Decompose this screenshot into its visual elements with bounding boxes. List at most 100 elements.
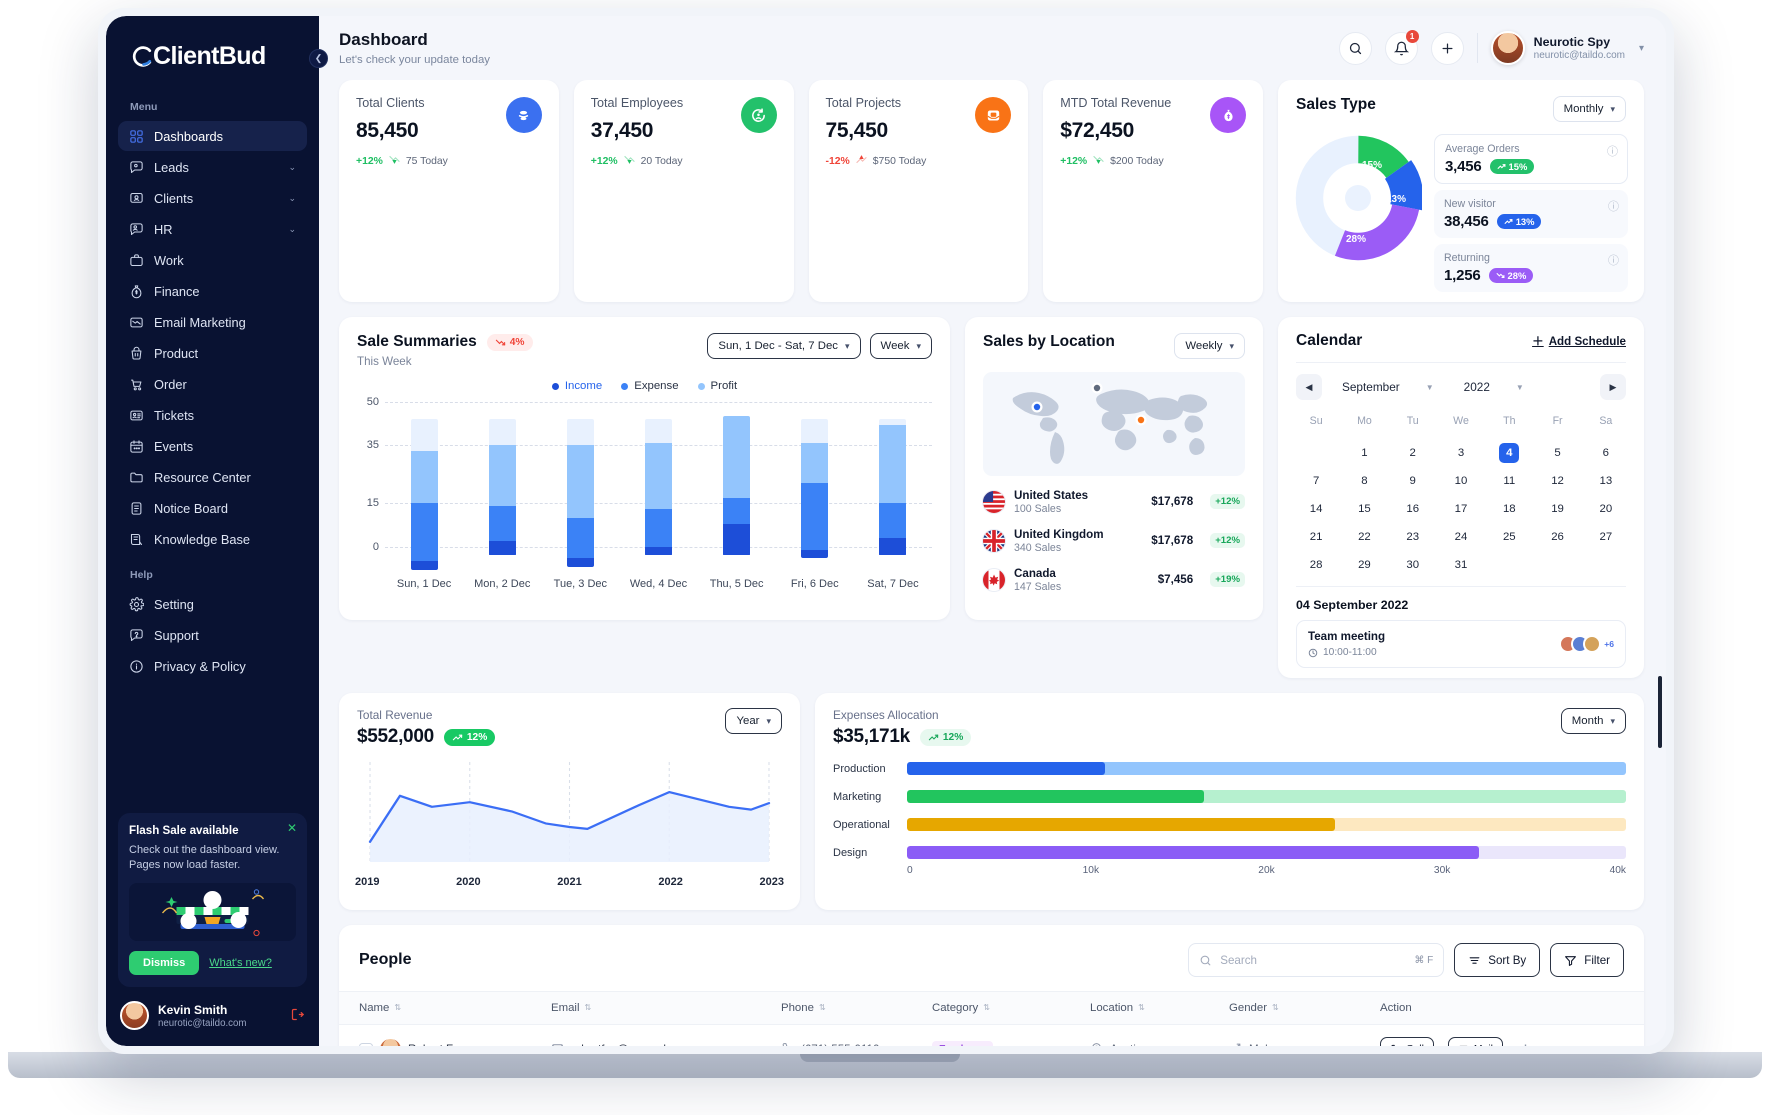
bar-column[interactable] bbox=[619, 402, 697, 570]
calendar-day[interactable]: 19 bbox=[1533, 493, 1581, 521]
sort-icon[interactable]: ⇅ bbox=[1138, 1004, 1145, 1012]
sidebar-item-product[interactable]: Product bbox=[118, 338, 307, 368]
calendar-day[interactable]: 20 bbox=[1582, 493, 1630, 521]
legend-item[interactable]: Expense bbox=[621, 380, 679, 392]
call-button[interactable]: Call bbox=[1380, 1037, 1434, 1046]
calendar-day[interactable]: 28 bbox=[1292, 549, 1340, 577]
date-range-select[interactable]: Sun, 1 Dec - Sat, 7 Dec ▾ bbox=[707, 333, 861, 359]
sidebar-item-support[interactable]: Support bbox=[118, 620, 307, 650]
chevron-down-icon[interactable]: ⌄ bbox=[288, 193, 296, 204]
person-email[interactable]: robertfox@example.com bbox=[571, 1043, 697, 1046]
calendar-day[interactable]: 2 bbox=[1389, 437, 1437, 465]
sidebar-item-email-marketing[interactable]: Email Marketing bbox=[118, 307, 307, 337]
sidebar-item-work[interactable]: Work bbox=[118, 245, 307, 275]
calendar-day[interactable]: 1 bbox=[1340, 437, 1388, 465]
column-header-email[interactable]: Email ⇅ bbox=[551, 1002, 781, 1014]
period-select[interactable]: Week ▾ bbox=[869, 333, 932, 359]
sort-by-button[interactable]: Sort By bbox=[1454, 943, 1541, 977]
column-header-location[interactable]: Location ⇅ bbox=[1090, 1002, 1229, 1014]
user-menu[interactable]: Neurotic Spy neurotic@taildo.com ▾ bbox=[1490, 31, 1644, 65]
mail-button[interactable]: Mail bbox=[1447, 1037, 1503, 1046]
calendar-day[interactable]: 23 bbox=[1389, 521, 1437, 549]
calendar-day[interactable]: 16 bbox=[1389, 493, 1437, 521]
calendar-day[interactable]: 12 bbox=[1533, 465, 1581, 493]
row-checkbox[interactable] bbox=[359, 1042, 373, 1046]
column-header-phone[interactable]: Phone ⇅ bbox=[781, 1002, 932, 1014]
info-icon[interactable]: ⓘ bbox=[1608, 252, 1619, 268]
sort-icon[interactable]: ⇅ bbox=[584, 1004, 591, 1012]
calendar-day[interactable]: 5 bbox=[1533, 437, 1581, 465]
search-box[interactable]: ⌘ F bbox=[1188, 943, 1445, 977]
calendar-prev-button[interactable]: ◀ bbox=[1296, 374, 1322, 400]
location-row[interactable]: United Kingdom 340 Sales $17,678 +12% bbox=[965, 521, 1263, 560]
calendar-day[interactable]: 30 bbox=[1389, 549, 1437, 577]
legend-item[interactable]: Profit bbox=[697, 380, 737, 392]
calendar-day[interactable]: 27 bbox=[1582, 521, 1630, 549]
sort-icon[interactable]: ⇅ bbox=[819, 1004, 826, 1012]
calendar-day[interactable]: 7 bbox=[1292, 465, 1340, 493]
sidebar-item-resource-center[interactable]: Resource Center bbox=[118, 462, 307, 492]
stat-card-total-clients[interactable]: Total Clients 85,450 +12% 75 Today bbox=[339, 80, 559, 302]
calendar-day[interactable]: 9 bbox=[1389, 465, 1437, 493]
logout-icon[interactable] bbox=[290, 1007, 305, 1025]
notifications-button[interactable]: 1 bbox=[1384, 29, 1419, 65]
column-header-category[interactable]: Category ⇅ bbox=[932, 1002, 1090, 1014]
calendar-day[interactable]: 26 bbox=[1533, 521, 1581, 549]
row-menu-icon[interactable]: ⋮ bbox=[1519, 1042, 1533, 1047]
calendar-day[interactable]: 10 bbox=[1437, 465, 1485, 493]
location-period-select[interactable]: Weekly ▾ bbox=[1174, 333, 1245, 359]
sidebar-item-leads[interactable]: Leads ⌄ bbox=[118, 152, 307, 182]
calendar-day[interactable]: 25 bbox=[1485, 521, 1533, 549]
bar-column[interactable] bbox=[854, 402, 932, 570]
legend-item[interactable]: Income bbox=[551, 380, 602, 392]
sort-icon[interactable]: ⇅ bbox=[1272, 1004, 1279, 1012]
sidebar-item-events[interactable]: Events bbox=[118, 431, 307, 461]
calendar-day[interactable]: 8 bbox=[1340, 465, 1388, 493]
month-select[interactable]: September ▼ bbox=[1342, 380, 1434, 394]
sidebar-item-hr[interactable]: HR ⌄ bbox=[118, 214, 307, 244]
table-row[interactable]: Robert Fox robertfox@example.com (671) 555… bbox=[339, 1025, 1644, 1046]
stat-card-total-employees[interactable]: Total Employees 37,450 +12% 20 Today bbox=[573, 80, 794, 302]
calendar-day[interactable]: 4 bbox=[1485, 437, 1533, 465]
calendar-day[interactable]: 31 bbox=[1437, 549, 1485, 577]
calendar-day[interactable]: 13 bbox=[1582, 465, 1630, 493]
sidebar-item-order[interactable]: Order bbox=[118, 369, 307, 399]
calendar-day[interactable]: 22 bbox=[1340, 521, 1388, 549]
bar-column[interactable] bbox=[698, 402, 776, 570]
add-schedule-button[interactable]: ＋ Add Schedule bbox=[1532, 333, 1626, 349]
stat-card-mtd-total-revenue[interactable]: MTD Total Revenue $72,450 +12% $200 Today bbox=[1043, 80, 1263, 302]
sort-icon[interactable]: ⇅ bbox=[983, 1004, 990, 1012]
calendar-day[interactable]: 14 bbox=[1292, 493, 1340, 521]
calendar-next-button[interactable]: ▶ bbox=[1600, 374, 1626, 400]
revenue-period-select[interactable]: Year ▾ bbox=[725, 708, 782, 734]
year-select[interactable]: 2022 ▼ bbox=[1464, 380, 1524, 394]
sidebar-profile[interactable]: Kevin Smith neurotic@taildo.com bbox=[106, 987, 319, 1046]
bar-column[interactable] bbox=[463, 402, 541, 570]
sidebar-item-notice-board[interactable]: Notice Board bbox=[118, 493, 307, 523]
location-row[interactable]: Canada 147 Sales $7,456 +19% bbox=[965, 560, 1263, 599]
filter-button[interactable]: Filter bbox=[1550, 943, 1624, 977]
info-icon[interactable]: ⓘ bbox=[1607, 143, 1618, 159]
column-header-action[interactable]: Action bbox=[1380, 1002, 1624, 1014]
expenses-period-select[interactable]: Month ▾ bbox=[1560, 708, 1626, 734]
info-icon[interactable]: ⓘ bbox=[1608, 198, 1619, 214]
bar-column[interactable] bbox=[385, 402, 463, 570]
calendar-day[interactable]: 11 bbox=[1485, 465, 1533, 493]
sidebar-item-clients[interactable]: Clients ⌄ bbox=[118, 183, 307, 213]
dismiss-button[interactable]: Dismiss bbox=[129, 951, 200, 975]
brand-logo[interactable]: ClientBud bbox=[106, 16, 319, 93]
calendar-day[interactable]: 15 bbox=[1340, 493, 1388, 521]
calendar-day[interactable]: 18 bbox=[1485, 493, 1533, 521]
sort-icon[interactable]: ⇅ bbox=[394, 1004, 401, 1012]
add-button[interactable] bbox=[1430, 31, 1464, 65]
calendar-day[interactable]: 21 bbox=[1292, 521, 1340, 549]
column-header-name[interactable]: Name ⇅ bbox=[359, 1002, 551, 1014]
sidebar-item-knowledge-base[interactable]: Knowledge Base bbox=[118, 524, 307, 554]
sales-type-period-select[interactable]: Monthly ▾ bbox=[1552, 96, 1626, 122]
location-row[interactable]: United States 100 Sales $17,678 +12% bbox=[965, 482, 1263, 521]
chevron-down-icon[interactable]: ⌄ bbox=[288, 162, 296, 173]
bar-column[interactable] bbox=[541, 402, 619, 570]
calendar-day[interactable]: 24 bbox=[1437, 521, 1485, 549]
calendar-day[interactable]: 3 bbox=[1437, 437, 1485, 465]
calendar-day[interactable]: 29 bbox=[1340, 549, 1388, 577]
